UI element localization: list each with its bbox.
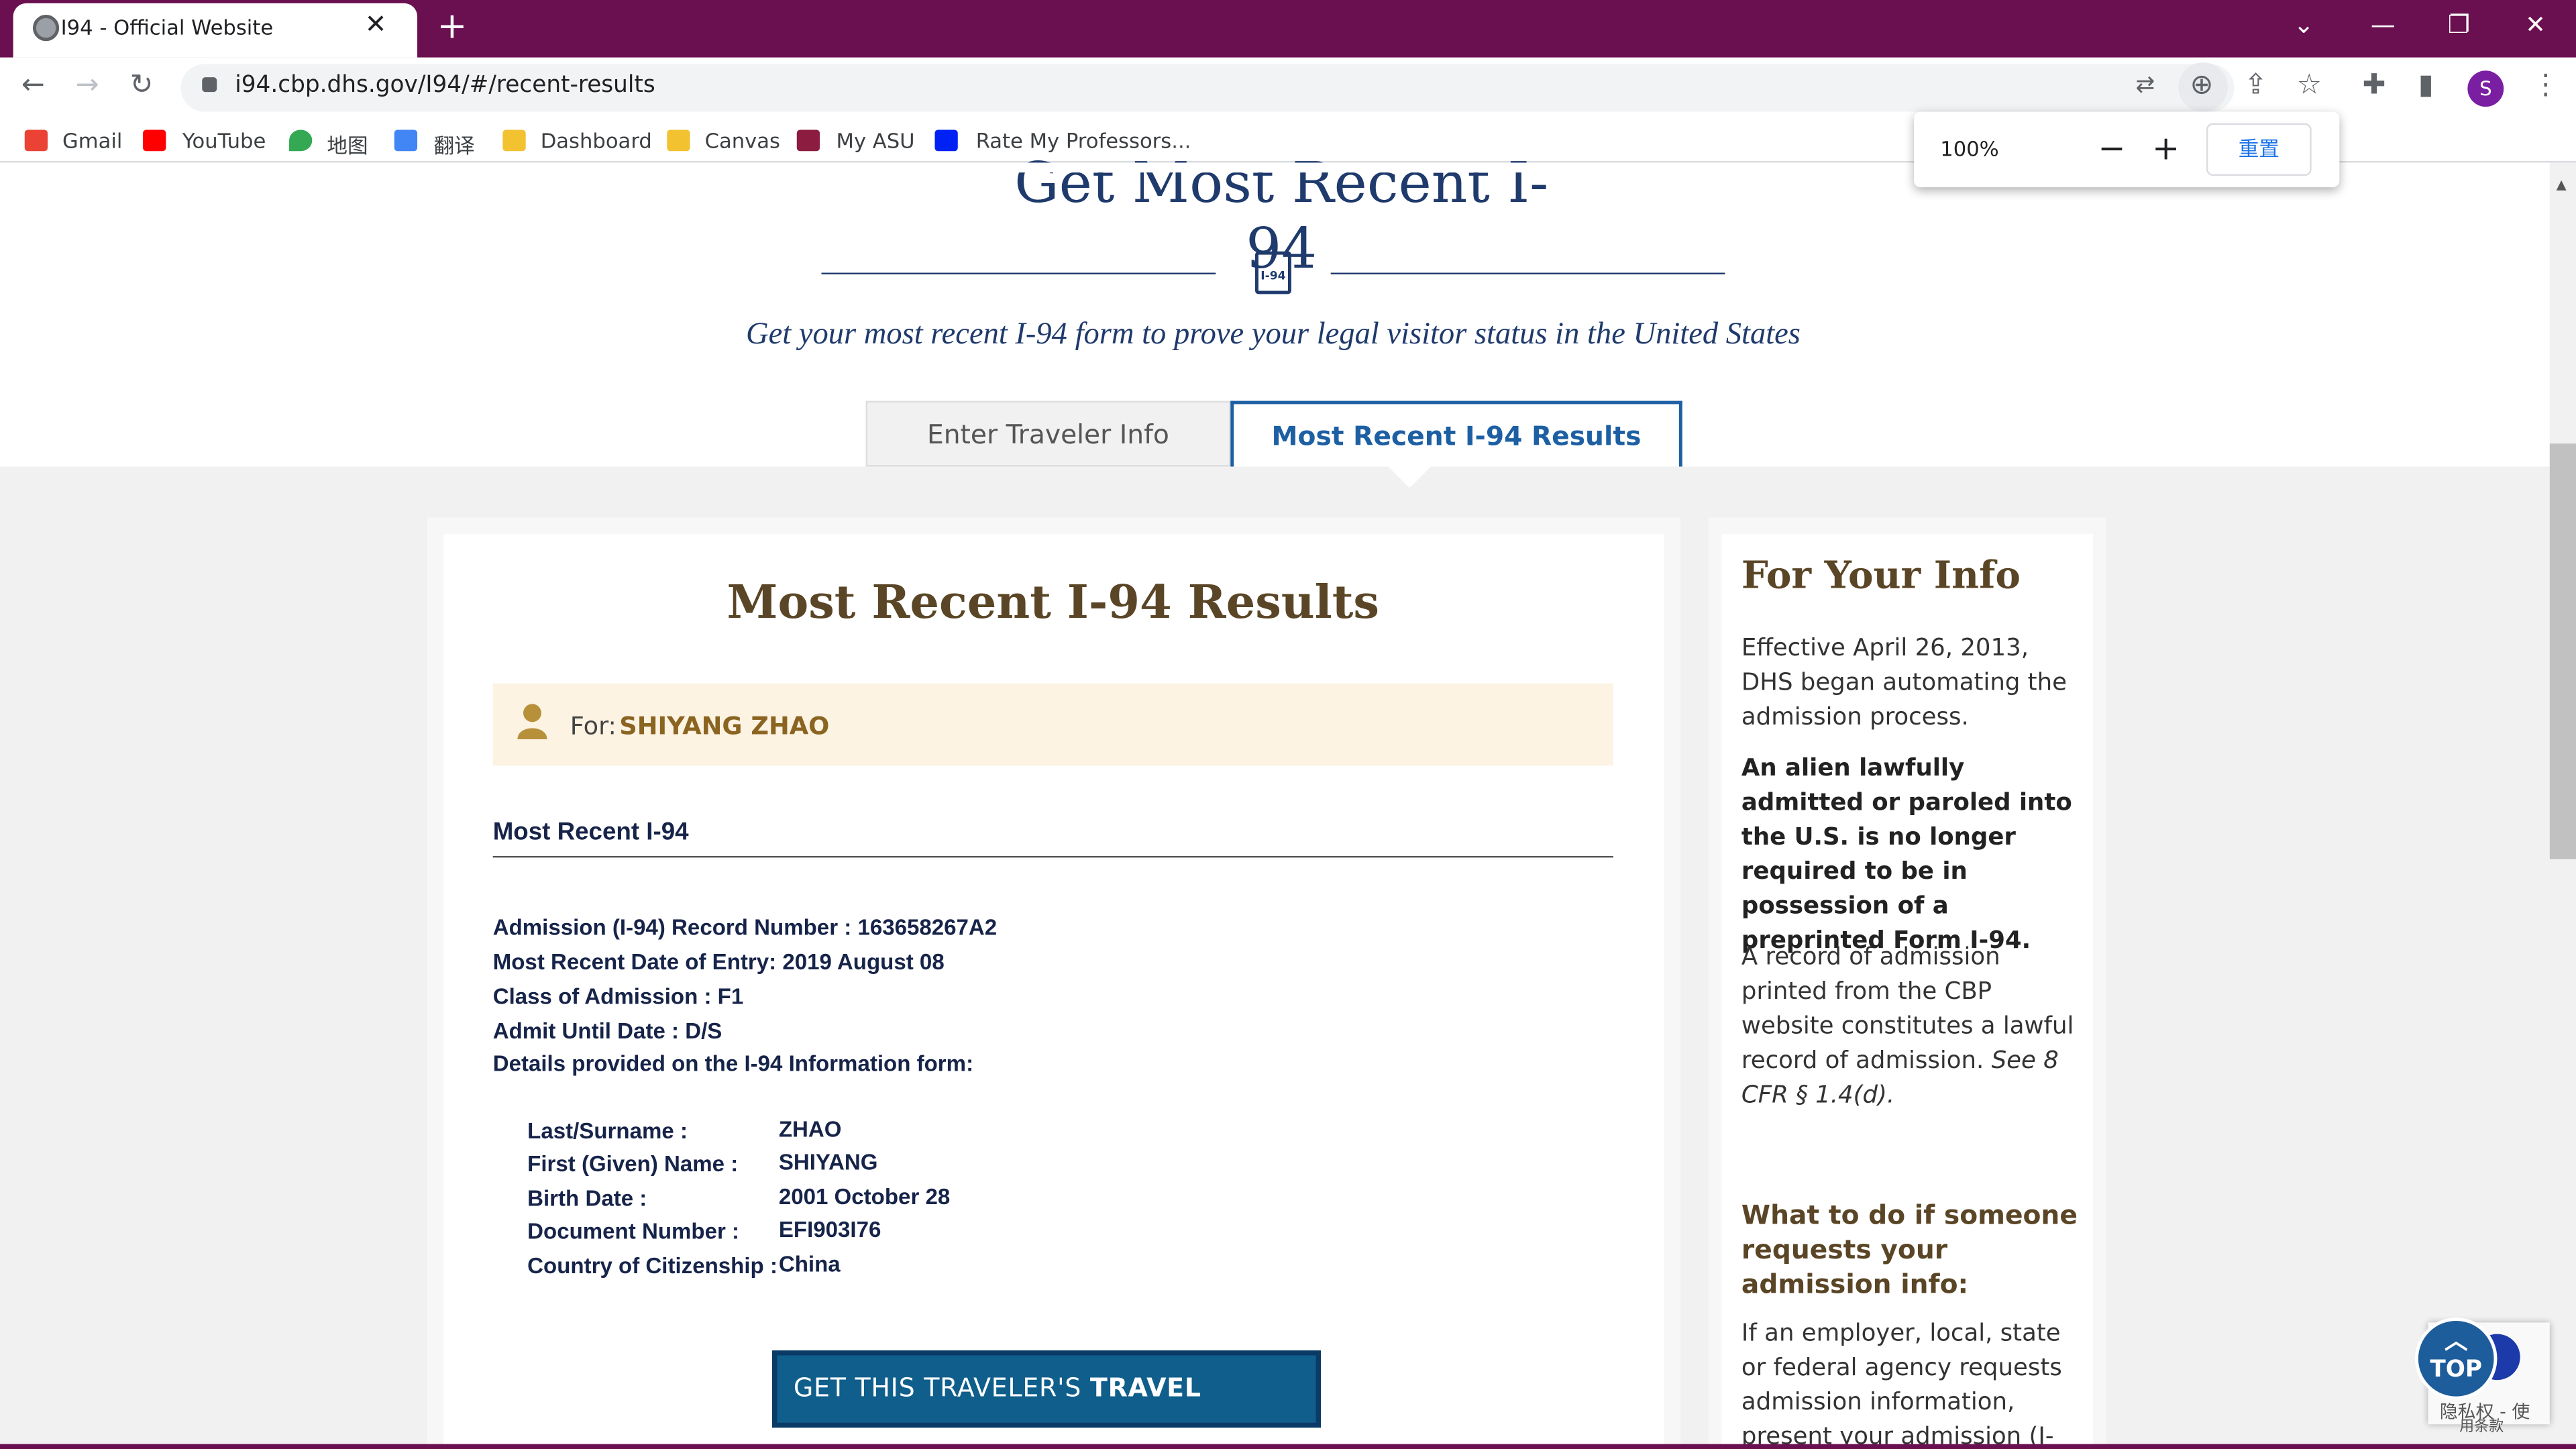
reload-icon[interactable]: ↻	[129, 69, 153, 102]
details-intro: Details provided on the I-94 Information…	[492, 1051, 974, 1077]
detail-value: EFI903I76	[778, 1217, 881, 1242]
profile-avatar[interactable]: S	[2467, 70, 2504, 107]
extensions-icon[interactable]: ✚	[2363, 69, 2386, 102]
asu-icon	[796, 129, 820, 152]
page-subtitle: Get your most recent I-94 form to prove …	[745, 317, 1801, 352]
traveler-name: SHIYANG ZHAO	[619, 711, 830, 741]
admit-until-date: Admit Until Date : D/S	[492, 1018, 722, 1044]
back-icon[interactable]: ←	[21, 69, 45, 102]
bookmark-rate-my-professors[interactable]: Rate My Professors...	[976, 128, 1191, 153]
detail-label: First (Given) Name :	[527, 1151, 739, 1177]
chevron-up-icon: ︿	[2445, 1329, 2468, 1356]
close-window-button[interactable]: ✕	[2525, 10, 2546, 40]
forward-icon[interactable]: →	[76, 69, 99, 102]
detail-value: China	[778, 1252, 841, 1277]
info-paragraph-1: Effective April 26, 2013, DHS began auto…	[1741, 635, 2067, 731]
tab-enter-traveler-info[interactable]: Enter Traveler Info	[865, 400, 1231, 467]
share-icon[interactable]: ⇪	[2244, 69, 2267, 102]
zoom-reset-button[interactable]: 重置	[2206, 123, 2312, 176]
scroll-up-icon[interactable]: ▲	[2557, 177, 2567, 192]
heading-mask	[920, 162, 1643, 173]
section-title: Most Recent I-94	[492, 818, 689, 847]
detail-label: Birth Date :	[527, 1186, 647, 1211]
translate-icon[interactable]: ⇄	[2136, 72, 2155, 99]
zoom-in-button[interactable]: +	[2152, 128, 2180, 168]
bookmark-gmail[interactable]: Gmail	[62, 128, 122, 153]
bookmark-translate[interactable]: 翻译	[434, 128, 475, 160]
lock-icon[interactable]	[202, 77, 217, 93]
results-title: Most Recent I-94 Results	[727, 575, 1379, 629]
info-paragraph-2: An alien lawfully admitted or paroled in…	[1741, 755, 2072, 955]
restore-button[interactable]: ❐	[2448, 10, 2470, 40]
zoom-icon: ⊕	[2190, 68, 2214, 102]
bookmark-canvas[interactable]: Canvas	[705, 128, 780, 153]
scrollbar-thumb[interactable]	[2549, 443, 2576, 859]
detail-value: 2001 October 28	[778, 1184, 951, 1210]
star-icon[interactable]: ☆	[2297, 69, 2322, 102]
info-paragraph-3: A record of admission printed from the C…	[1741, 941, 2086, 1114]
url-text[interactable]: i94.cbp.dhs.gov/I94/#/recent-results	[235, 72, 655, 99]
side-panel-icon[interactable]: ▮	[2418, 69, 2434, 102]
detail-label: Last/Surname :	[527, 1118, 688, 1144]
gmail-icon	[24, 129, 48, 152]
back-to-top-button[interactable]: ︿ TOP	[2415, 1318, 2498, 1400]
info-heading-2: What to do if someone requests your admi…	[1741, 1199, 2078, 1300]
user-icon	[517, 704, 547, 740]
detail-value: ZHAO	[778, 1117, 842, 1142]
active-tab-pointer	[1388, 466, 1432, 488]
minimize-button[interactable]: —	[2371, 10, 2396, 40]
date-of-entry: Most Recent Date of Entry: 2019 August 0…	[492, 949, 945, 975]
recaptcha-terms[interactable]: 用条款	[2459, 1415, 2504, 1436]
bookmark-dashboard[interactable]: Dashboard	[541, 128, 652, 153]
section-rule	[492, 855, 1613, 858]
divider-left	[821, 272, 1216, 274]
new-tab-button[interactable]: +	[437, 7, 467, 48]
i94-form-icon: I-94	[1255, 251, 1291, 294]
rmp-icon	[934, 129, 958, 152]
detail-label: Document Number :	[527, 1219, 740, 1244]
top-label: TOP	[2430, 1356, 2483, 1384]
bookmark-youtube[interactable]: YouTube	[182, 128, 266, 153]
detail-value: SHIYANG	[778, 1150, 878, 1175]
bookmark-my-asu[interactable]: My ASU	[837, 128, 915, 153]
tab-title: I94 - Official Website	[60, 15, 274, 40]
translate-bookmark-icon	[394, 129, 418, 152]
tab-search-icon[interactable]: ⌄	[2294, 10, 2314, 40]
maps-icon	[289, 129, 313, 152]
tab-most-recent-results[interactable]: Most Recent I-94 Results	[1230, 400, 1682, 467]
cbp-seal-icon	[32, 15, 60, 42]
info-title: For Your Info	[1741, 553, 2021, 598]
travel-history-button[interactable]: GET THIS TRAVELER'S TRAVEL HISTORY	[772, 1350, 1321, 1449]
class-of-admission: Class of Admission : F1	[492, 983, 744, 1009]
zoom-level: 100%	[1940, 136, 1999, 162]
youtube-icon	[143, 129, 166, 152]
travel-button-prefix: GET THIS TRAVELER'S	[793, 1373, 1082, 1403]
info-paragraph-4: If an employer, local, state or federal …	[1741, 1320, 2062, 1449]
bookmark-maps[interactable]: 地图	[327, 128, 368, 160]
window-bottom-border	[0, 1444, 2576, 1449]
dashboard-icon	[502, 129, 526, 152]
zoom-out-button[interactable]: −	[2098, 128, 2125, 168]
divider-right	[1330, 272, 1725, 274]
canvas-icon	[667, 129, 690, 152]
for-label: For:	[570, 711, 616, 741]
detail-label: Country of Citizenship :	[527, 1253, 777, 1279]
close-tab-icon[interactable]: ✕	[365, 8, 387, 40]
menu-icon[interactable]: ⋮	[2532, 69, 2560, 102]
record-number: Admission (I-94) Record Number : 1636582…	[492, 915, 998, 940]
